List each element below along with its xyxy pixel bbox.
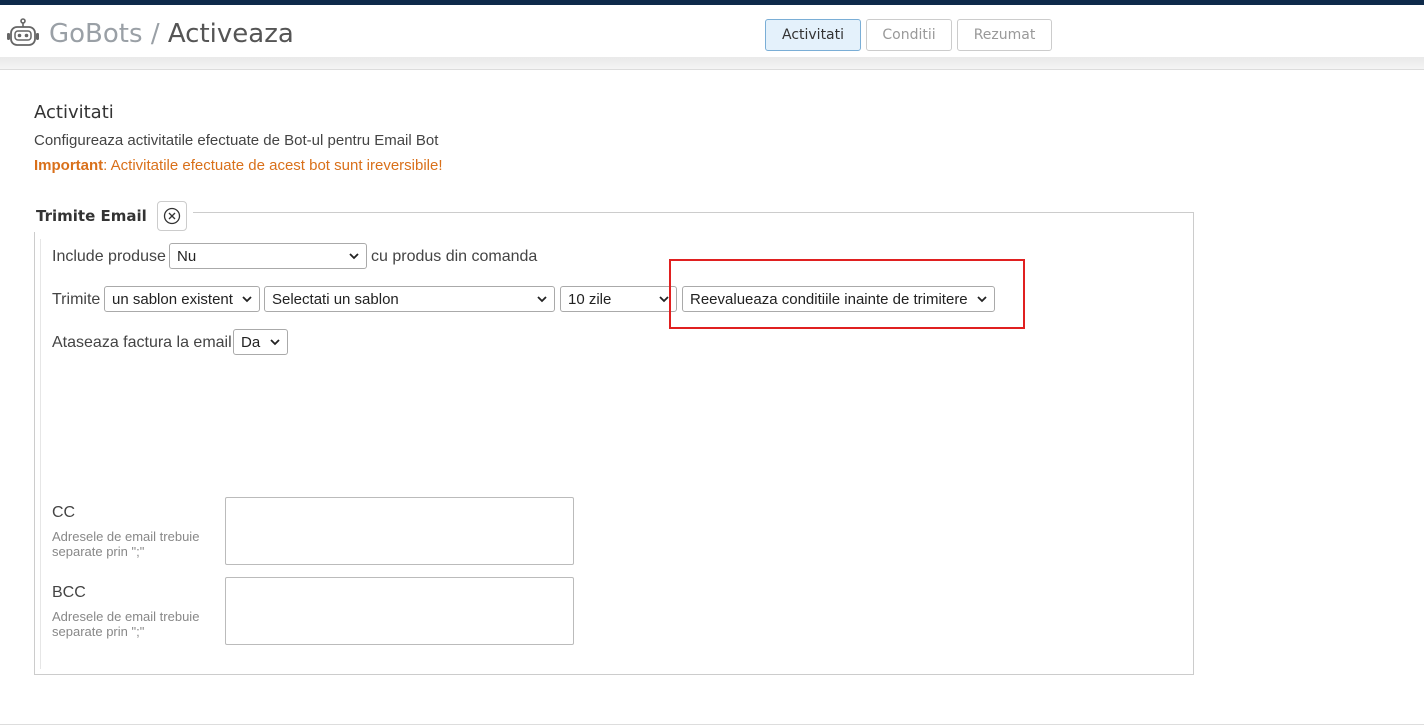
chevron-down-icon (349, 253, 359, 260)
header-divider (0, 57, 1424, 70)
include-products-label: Include produse (52, 248, 166, 265)
activity-title: Trimite Email (36, 207, 147, 225)
step-tabs: Activitati Conditii Rezumat (765, 19, 1052, 53)
section-title: Activitati (34, 102, 114, 123)
bcc-textarea[interactable] (225, 577, 574, 645)
section-description: Configureaza activitatile efectuate de B… (34, 132, 439, 149)
attach-invoice-value: Da (241, 333, 261, 351)
tab-activitati[interactable]: Activitati (765, 19, 861, 51)
chevron-down-icon (270, 339, 280, 346)
tab-rezumat[interactable]: Rezumat (957, 19, 1052, 51)
robot-icon (7, 18, 39, 46)
breadcrumb-separator: / (150, 19, 160, 49)
warning-bold: Important (34, 157, 104, 174)
send-label: Trimite (52, 291, 101, 308)
cc-textarea[interactable] (225, 497, 574, 565)
attach-invoice-select[interactable]: Da (233, 329, 288, 355)
warning-text: : Activitatile efectuate de acest bot su… (103, 157, 443, 174)
cc-help-text: Adresele de email trebuie separate prin … (52, 529, 200, 559)
breadcrumb: GoBots / Activeaza (49, 19, 294, 49)
include-products-value: Nu (177, 247, 197, 265)
chevron-down-icon (537, 296, 547, 303)
bcc-help-text: Adresele de email trebuie separate prin … (52, 609, 200, 639)
bcc-label: BCC (52, 584, 86, 601)
activity-header: Trimite Email (30, 200, 193, 232)
chevron-down-icon (242, 296, 252, 303)
page-title: Activeaza (167, 19, 294, 49)
app-header: GoBots / Activeaza Activitati Conditii R… (0, 5, 1424, 57)
include-products-suffix: cu produs din comanda (371, 248, 538, 265)
panel-inner-border (40, 239, 41, 669)
tab-conditii[interactable]: Conditii (866, 19, 952, 51)
delay-select[interactable]: 10 zile (560, 286, 677, 312)
delay-value: 10 zile (568, 290, 612, 308)
template-value: Selectati un sablon (272, 290, 399, 308)
annotation-highlight-box (669, 259, 1025, 329)
warning-message: Important: Activitatile efectuate de ace… (34, 157, 443, 174)
template-select[interactable]: Selectati un sablon (264, 286, 555, 312)
attach-invoice-label: Ataseaza factura la email (52, 334, 232, 351)
brand-name[interactable]: GoBots (49, 19, 143, 49)
template-source-value: un sablon existent (112, 290, 233, 308)
cc-label: CC (52, 504, 76, 521)
template-source-select[interactable]: un sablon existent (104, 286, 260, 312)
footer-divider (0, 724, 1424, 725)
remove-activity-button[interactable] (156, 201, 187, 231)
close-circle-icon (163, 207, 180, 225)
include-products-select[interactable]: Nu (169, 243, 367, 269)
